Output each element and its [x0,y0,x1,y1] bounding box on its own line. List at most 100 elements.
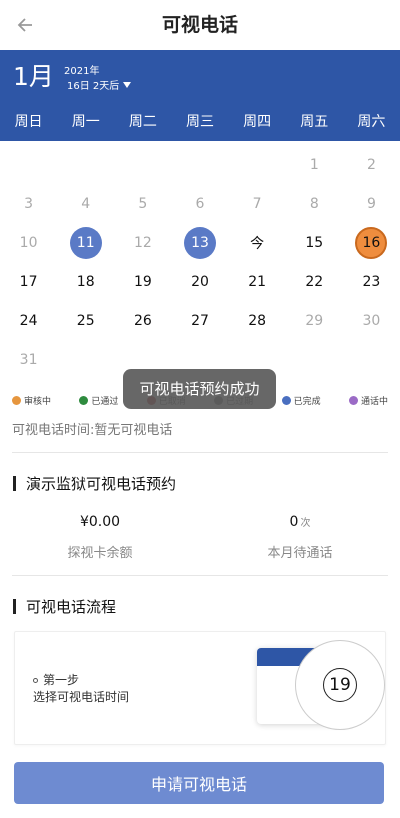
calendar-day[interactable]: 26 [114,301,171,340]
calendar-day[interactable]: 12 [114,223,171,262]
pending-value: 0 [289,514,299,530]
stats-row: ¥0.00 探视卡余额 0次 本月待通话 [0,514,400,561]
page-title: 可视电话 [161,14,238,36]
legend-label: 审核中 [24,396,52,407]
calendar-day-number: 15 [305,234,324,251]
calendar-day-number: 2 [366,156,376,173]
balance-stat: ¥0.00 探视卡余额 [0,514,200,561]
calendar-day-number: 25 [76,312,95,329]
calendar-day-number: 4 [81,195,91,212]
success-toast: 可视电话预约成功 [123,369,276,409]
calendar-day[interactable]: 10 [0,223,57,262]
top-bar: 可视电话 [0,0,400,50]
calendar-day-number: 31 [19,351,38,368]
calendar-day[interactable]: 31 [0,340,57,379]
legend-label: 已通过 [91,396,119,407]
calendar-day-number: 28 [248,312,267,329]
calendar-day[interactable]: 23 [343,262,400,301]
calendar-day-number: 10 [19,234,38,251]
calendar-day[interactable]: 7 [229,184,286,223]
calendar-day[interactable]: 今 [229,223,286,262]
weekday-label: 周五 [300,114,329,130]
calendar-day[interactable]: 16 [343,223,400,262]
calendar-day-number: 22 [305,273,324,290]
calendar-day[interactable]: 11 [57,223,114,262]
legend-dot-icon [79,395,89,405]
calendar-day[interactable]: 19 [114,262,171,301]
calendar-day-number: 12 [133,234,152,251]
weekday-label: 周日 [14,114,43,130]
apply-call-button[interactable]: 申请可视电话 [14,762,384,804]
calendar-day[interactable]: 6 [171,184,228,223]
calendar-day-number: 5 [138,195,148,212]
weekday-label: 周二 [128,114,157,130]
legend-dot-icon [12,395,21,405]
legend-item: 审核中 [12,394,51,407]
weekday-label: 周六 [357,114,386,130]
calendar-day[interactable]: 29 [286,301,343,340]
calendar-day[interactable]: 15 [286,223,343,262]
calendar-header: 1月 2021年 16日 2天后 [0,50,400,106]
divider [12,452,388,453]
legend-label: 通话中 [360,396,388,407]
calendar-day-number: 19 [133,273,152,290]
calendar-day[interactable]: 9 [343,184,400,223]
calendar-day-number: 18 [76,273,95,290]
date-selector[interactable]: 16日 2天后 [67,77,132,92]
calendar-day-number: 26 [133,312,152,329]
calendar-day-number: 21 [248,273,267,290]
legend-item: 已完成 [281,394,321,407]
calendar-day[interactable]: 8 [286,184,343,223]
legend-dot-icon [348,395,358,405]
calendar-day[interactable]: 20 [171,262,228,301]
balance-value: ¥0.00 [79,514,121,530]
calendar-day[interactable]: 27 [171,301,228,340]
calendar-day[interactable]: 5 [114,184,171,223]
calendar-day-number: 9 [366,195,376,212]
pending-label: 本月待通话 [267,546,333,561]
calendar-day-number: 7 [252,195,262,212]
flow-section-label: 可视电话流程 [26,598,117,616]
call-time-text: 可视电话时间:暂无可视电话 [12,423,173,438]
section-bar [13,599,16,614]
calendar-day-number: 27 [191,312,209,329]
date-subtitle: 16日 2天后 [67,81,120,92]
calendar-day[interactable]: 30 [343,301,400,340]
calendar-day-number: 6 [195,195,205,212]
calendar-day[interactable]: 28 [229,301,286,340]
calendar-day-number: 23 [362,273,381,290]
calendar-day-number: 3 [24,195,34,212]
weekday-label: 周四 [243,114,272,130]
calendar-day-number: 29 [305,312,324,329]
calendar-day[interactable]: 21 [229,262,286,301]
chevron-down-icon [123,81,132,88]
calendar-day[interactable]: 22 [286,262,343,301]
weekday-label: 周一 [71,114,100,130]
calendar-day[interactable]: 2 [343,145,400,184]
weekday-row: 周日 周一 周二 周三 周四 周五 周六 [0,106,400,141]
calendar-day-number: 20 [191,273,209,290]
illustration-day: 19 [323,668,357,702]
calendar-day-number: 30 [362,312,381,329]
flow-step: 第一步 选择可视电话时间 [33,672,129,706]
flow-section-title: 可视电话流程 [0,596,400,617]
section-bar [13,476,16,491]
legend-label: 已完成 [293,396,321,407]
calendar-day-number: 11 [69,226,102,259]
flow-card: 第一步 选择可视电话时间 19 [14,631,386,745]
weekday-label: 周三 [185,114,214,130]
calendar-day[interactable]: 1 [286,145,343,184]
calendar-day[interactable]: 17 [0,262,57,301]
calendar-day[interactable]: 25 [57,301,114,340]
calendar-day[interactable]: 4 [57,184,114,223]
calendar-day-number: 16 [355,226,388,259]
pending-stat: 0次 本月待通话 [200,514,400,561]
calendar-day[interactable]: 24 [0,301,57,340]
calendar-day-number: 8 [309,195,319,212]
year-label: 2021年 [64,66,100,77]
calendar-day[interactable]: 13 [171,223,228,262]
calendar-day[interactable]: 18 [57,262,114,301]
calendar-day[interactable]: 3 [0,184,57,223]
balance-label: 探视卡余额 [67,546,133,561]
magnifier-illustration: 19 [295,640,385,730]
